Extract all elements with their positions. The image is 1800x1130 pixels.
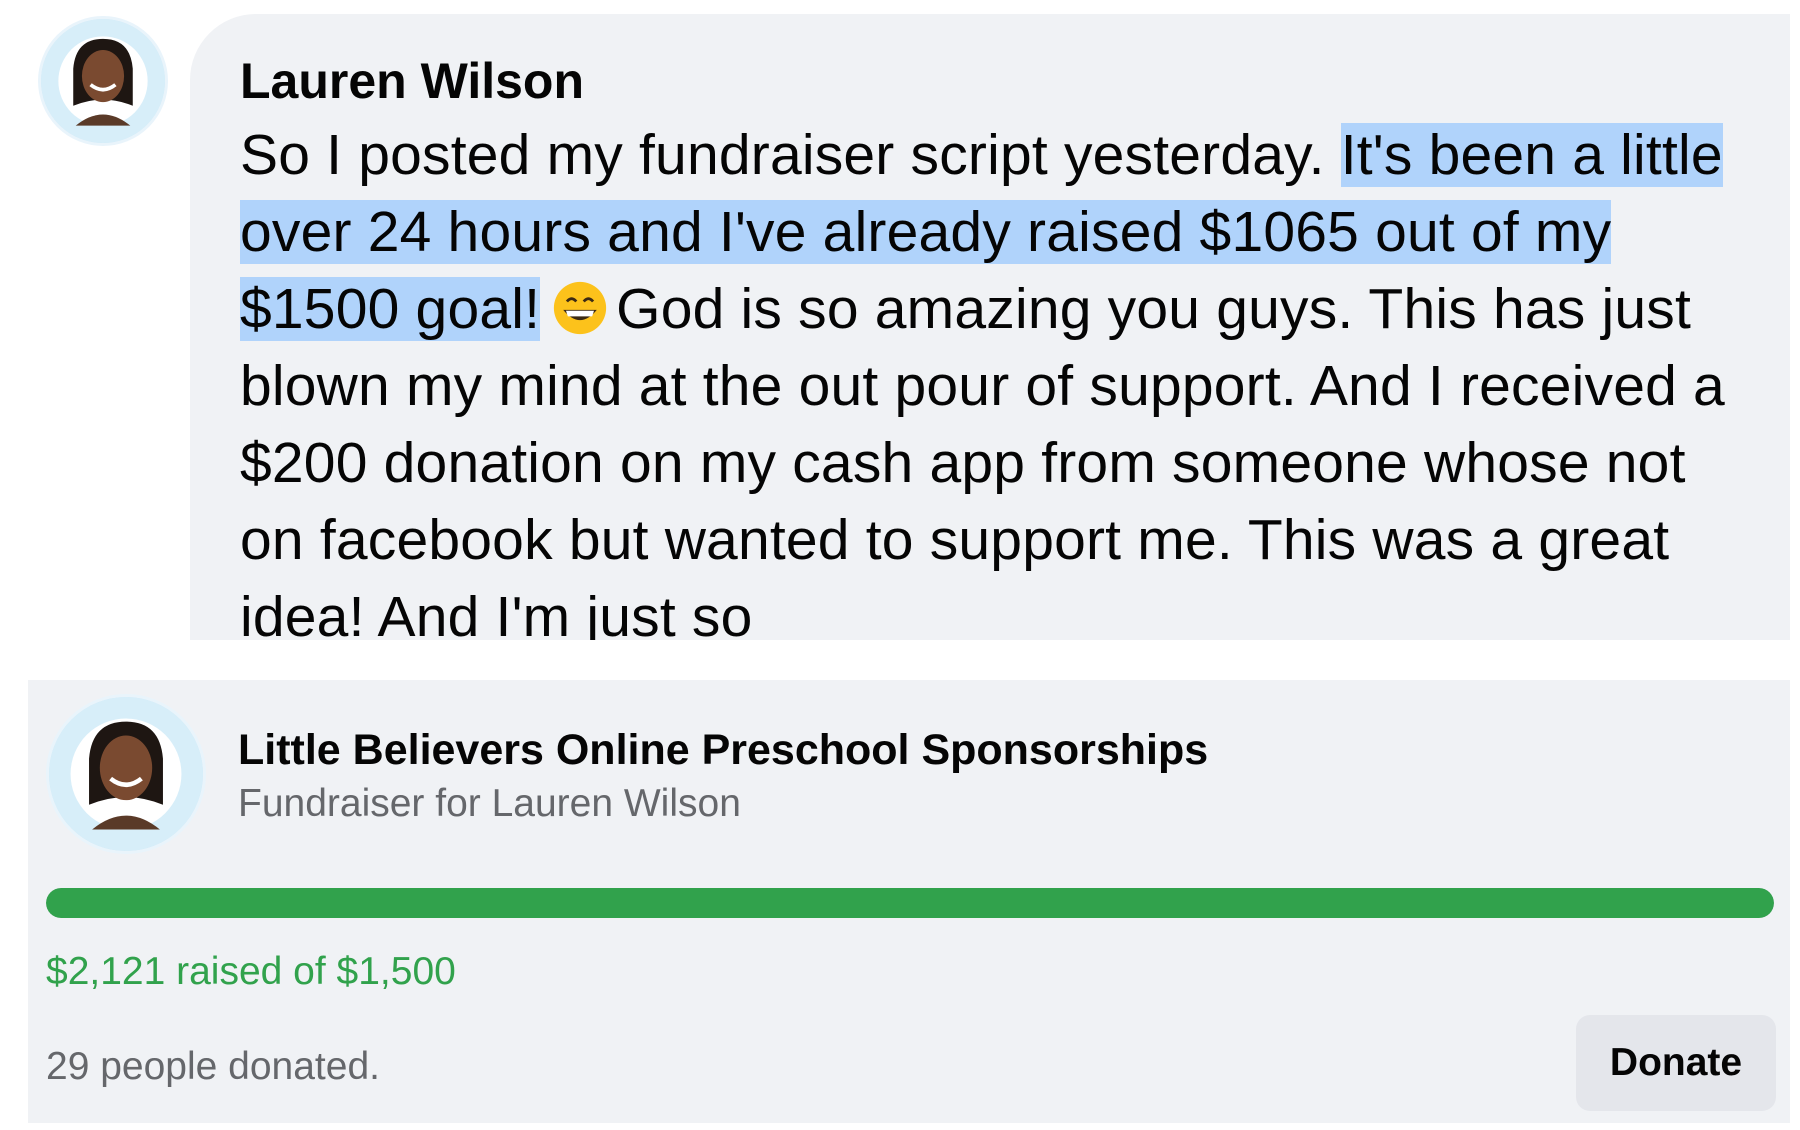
comment-bubble: Lauren Wilson So I posted my fundraiser … (190, 14, 1790, 640)
comment-author-avatar[interactable] (38, 16, 168, 146)
fundraiser-subtitle: Fundraiser for Lauren Wilson (238, 782, 741, 825)
grinning-face-emoji-icon (554, 281, 607, 335)
fundraiser-card[interactable]: Little Believers Online Preschool Sponso… (28, 680, 1790, 1123)
fundraiser-avatar[interactable] (46, 694, 206, 854)
donor-count: 29 people donated. (46, 1045, 380, 1088)
profile-photo-icon (49, 697, 203, 851)
fundraiser-progress-fill (46, 888, 1774, 918)
donate-button[interactable]: Donate (1576, 1015, 1776, 1111)
profile-photo-icon (41, 19, 165, 143)
fundraiser-progress-bar (46, 888, 1774, 918)
amount-raised: $2,121 raised of $1,500 (46, 950, 456, 993)
comment-text: So I posted my fundraiser script yesterd… (240, 117, 1760, 640)
comment-author-name[interactable]: Lauren Wilson (240, 46, 1760, 116)
fundraiser-title[interactable]: Little Believers Online Preschool Sponso… (238, 720, 1208, 780)
comment-text-start: So I posted my fundraiser script yesterd… (240, 123, 1341, 187)
